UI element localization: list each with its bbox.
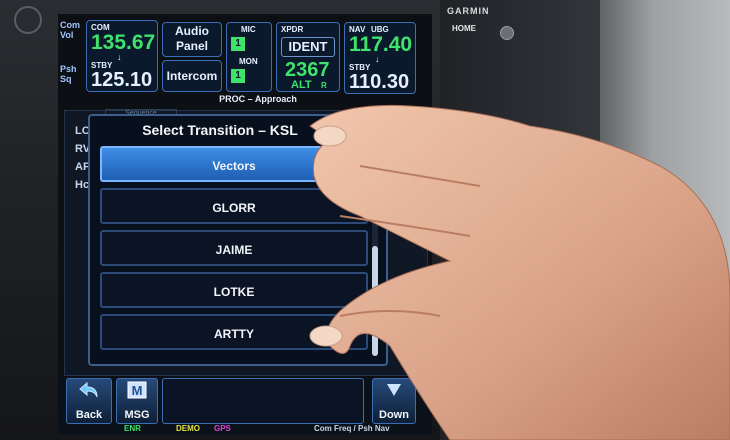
top-status-bar: Com Vol Psh Sq COM 135.67 ↓ STBY 125.10 … bbox=[58, 14, 432, 104]
back-label: Back bbox=[75, 409, 103, 421]
com-frequency-box[interactable]: COM 135.67 ↓ STBY 125.10 bbox=[86, 20, 158, 92]
xpdr-reply: R bbox=[321, 81, 327, 90]
mic-indicator: 1 bbox=[231, 37, 245, 51]
brand-logo: GARMIN bbox=[447, 6, 490, 16]
audio-panel-line2: Panel bbox=[175, 39, 208, 53]
mon-indicator: 1 bbox=[231, 69, 245, 83]
down-arrow-icon bbox=[387, 384, 401, 396]
option-glorr[interactable]: GLORR bbox=[100, 188, 368, 224]
knob-hint: Com Freq / Psh Nav bbox=[314, 424, 390, 433]
nav-frequency-box[interactable]: NAV UBG 117.40 ↓ STBY 110.30 bbox=[344, 22, 416, 94]
down-button[interactable]: Down bbox=[372, 378, 416, 424]
scrollbar[interactable] bbox=[372, 146, 378, 356]
nav-active-frequency: 117.40 bbox=[349, 33, 413, 56]
audio-panel-button[interactable]: Audio Panel bbox=[162, 22, 222, 57]
cockpit-panel bbox=[600, 0, 730, 440]
mic-mon-box[interactable]: MIC 1 MON 1 bbox=[226, 22, 272, 92]
mon-label: MON bbox=[239, 57, 258, 66]
enr-status: ENR bbox=[124, 424, 141, 433]
ident-button[interactable]: IDENT bbox=[281, 37, 335, 57]
mic-label: MIC bbox=[241, 25, 256, 34]
intercom-button[interactable]: Intercom bbox=[162, 60, 222, 92]
bottom-bar: Back M MSG Down ENR DEMO GPS Com Freq / … bbox=[58, 378, 432, 434]
bg-row: Hc bbox=[75, 179, 90, 191]
select-transition-dialog: Select Transition – KSL Vectors GLORR JA… bbox=[88, 114, 388, 366]
status-strip: ENR DEMO GPS Com Freq / Psh Nav bbox=[58, 424, 432, 434]
back-arrow-icon bbox=[79, 381, 98, 398]
option-jaime[interactable]: JAIME bbox=[100, 230, 368, 266]
xpdr-label: XPDR bbox=[281, 25, 304, 34]
nav-standby-frequency: 110.30 bbox=[349, 71, 410, 93]
scrollbar-thumb[interactable] bbox=[372, 246, 378, 356]
home-button[interactable]: HOME bbox=[445, 18, 483, 40]
volume-knob[interactable] bbox=[14, 6, 42, 34]
com-squelch-label: Psh Sq bbox=[60, 64, 77, 84]
option-lotke[interactable]: LOTKE bbox=[100, 272, 368, 308]
down-label: Down bbox=[379, 409, 409, 421]
audio-panel-line1: Audio bbox=[175, 24, 209, 38]
com-active-frequency: 135.67 bbox=[91, 31, 156, 54]
message-icon-letter: M bbox=[132, 383, 143, 398]
touchscreen: Com Vol Psh Sq COM 135.67 ↓ STBY 125.10 … bbox=[58, 14, 432, 434]
transponder-box[interactable]: XPDR IDENT 2367 ALT R bbox=[276, 22, 340, 92]
message-icon: M bbox=[127, 381, 147, 399]
option-artty[interactable]: ARTTY bbox=[100, 314, 368, 350]
gps-status: GPS bbox=[214, 424, 231, 433]
swap-arrow-icon[interactable]: ↓ bbox=[375, 54, 380, 64]
com-standby-frequency: 125.10 bbox=[91, 69, 153, 91]
msg-button[interactable]: M MSG bbox=[116, 378, 158, 424]
xpdr-mode: ALT bbox=[291, 79, 312, 91]
screw-icon bbox=[500, 26, 514, 40]
page-title: PROC – Approach bbox=[219, 94, 297, 104]
demo-status: DEMO bbox=[176, 424, 200, 433]
empty-softkey bbox=[162, 378, 364, 424]
screw-icon bbox=[440, 410, 454, 424]
dialog-title: Select Transition – KSL bbox=[142, 122, 298, 138]
com-volume-label: Com Vol bbox=[60, 20, 80, 40]
option-vectors[interactable]: Vectors bbox=[100, 146, 368, 182]
swap-arrow-icon[interactable]: ↓ bbox=[117, 52, 122, 62]
msg-label: MSG bbox=[124, 409, 150, 421]
back-button[interactable]: Back bbox=[66, 378, 112, 424]
